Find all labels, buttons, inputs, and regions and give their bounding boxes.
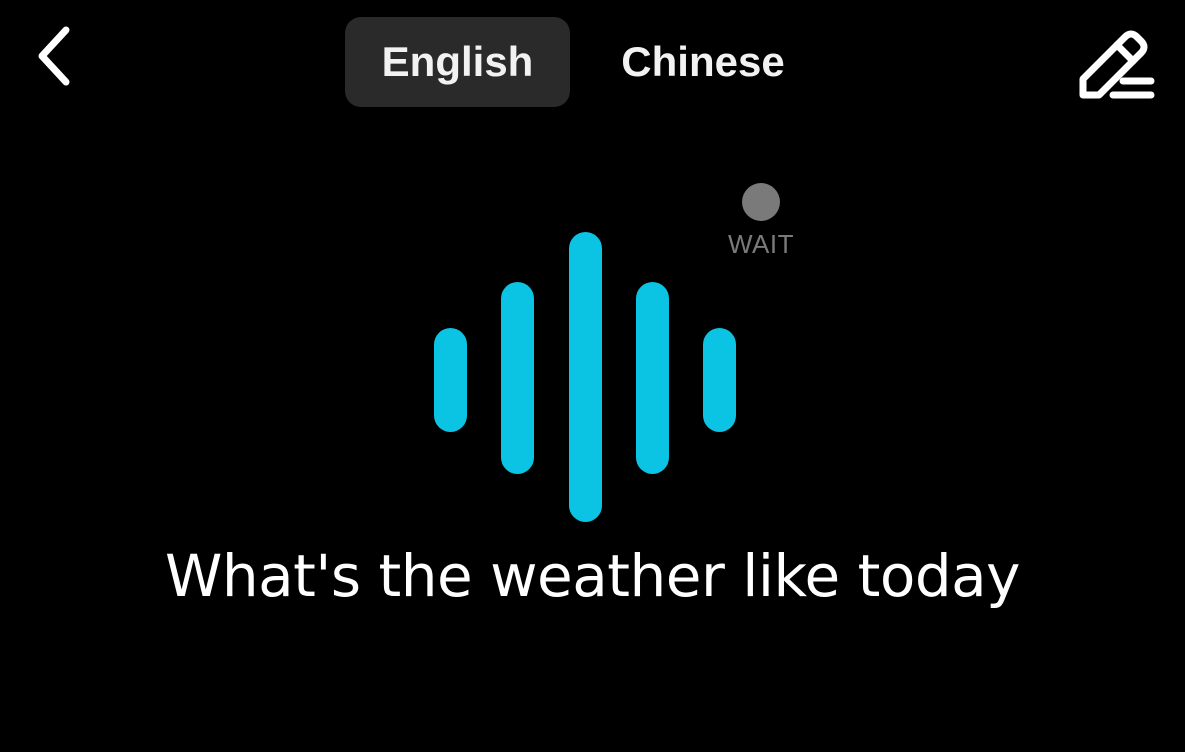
edit-button[interactable] [1069,22,1159,104]
wave-bar [636,282,669,474]
voice-wave-icon [434,232,738,522]
chevron-left-icon [38,26,70,86]
status-dot [742,183,780,221]
language-tabs: English Chinese [345,17,828,107]
tab-english[interactable]: English [345,17,570,107]
wave-bar [434,328,467,432]
back-button[interactable] [22,20,86,92]
transcript-text: What's the weather like today [164,542,1021,610]
wave-bar [569,232,602,522]
wave-bar [703,328,736,432]
wave-bar [501,282,534,474]
pencil-edit-icon [1079,30,1155,99]
tab-chinese[interactable]: Chinese [578,17,828,107]
